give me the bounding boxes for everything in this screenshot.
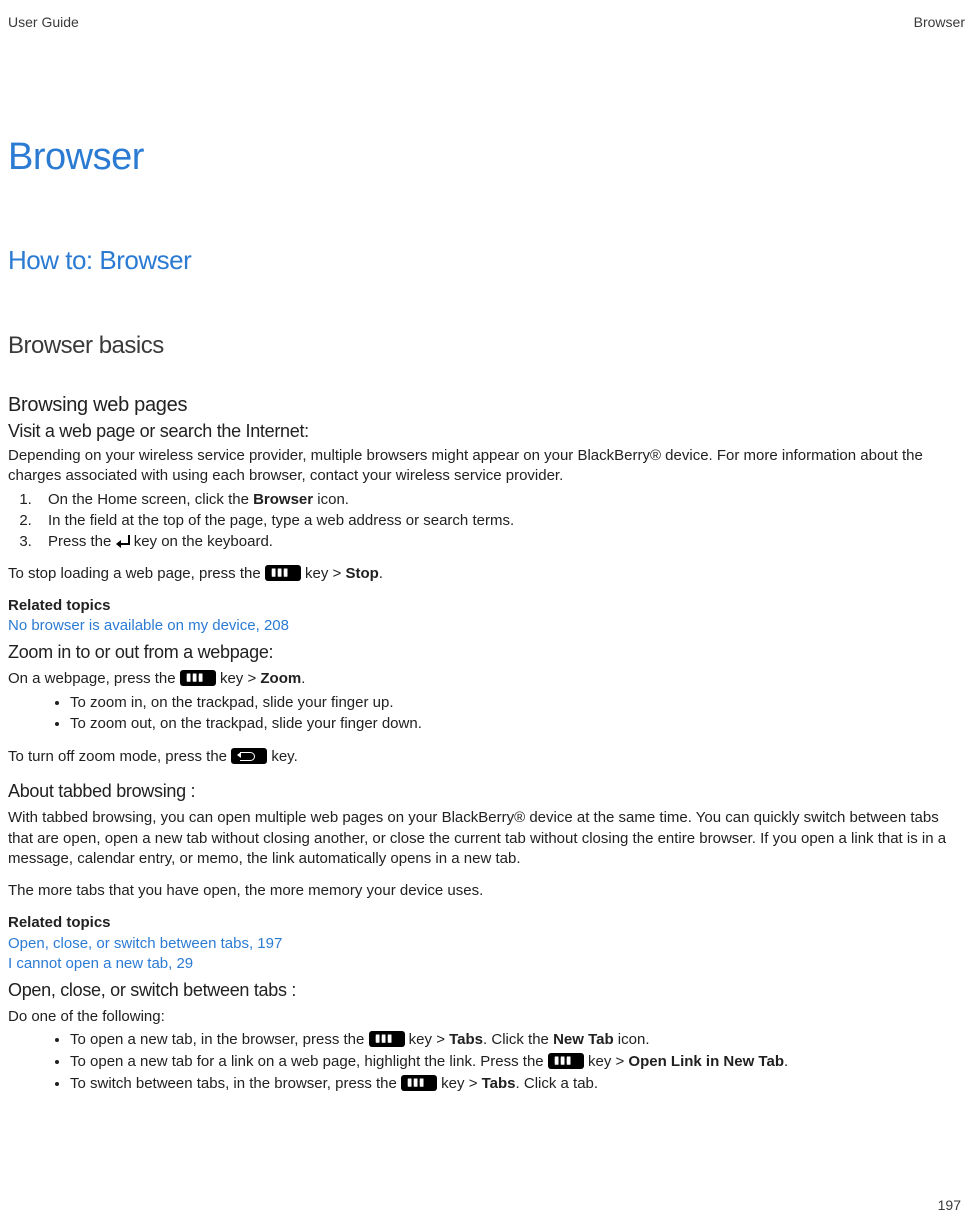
- b2-pre: To open a new tab for a link on a web pa…: [70, 1053, 548, 1070]
- related-link-open-close[interactable]: Open, close, or switch between tabs, 197: [8, 934, 965, 954]
- zoom-post: .: [301, 670, 305, 687]
- zoom-bullets: To zoom in, on the trackpad, slide your …: [70, 692, 965, 736]
- b2-post: .: [784, 1053, 788, 1070]
- b1-bold1: Tabs: [449, 1031, 483, 1048]
- tabbed-p1: With tabbed browsing, you can open multi…: [8, 808, 965, 869]
- stop-mid: key >: [301, 565, 346, 582]
- zoom-instruction: On a webpage, press the key > Zoom.: [8, 669, 965, 689]
- step-1-pre: On the Home screen, click the: [48, 491, 253, 508]
- stop-loading-text: To stop loading a web page, press the ke…: [8, 564, 965, 584]
- b1-mid: key >: [405, 1031, 450, 1048]
- page-header: User Guide Browser: [8, 14, 965, 30]
- zoom-off-post: key.: [267, 748, 298, 765]
- related-link-no-browser[interactable]: No browser is available on my device, 20…: [8, 616, 965, 636]
- step-3: Press the key on the keyboard.: [36, 531, 965, 552]
- step-1: On the Home screen, click the Browser ic…: [36, 489, 965, 510]
- b1-mid2: . Click the: [483, 1031, 553, 1048]
- task-heading-zoom: Zoom in to or out from a webpage:: [8, 642, 965, 663]
- enter-key-icon: [116, 535, 130, 547]
- zoom-off-pre: To turn off zoom mode, press the: [8, 748, 231, 765]
- related-link-cannot-open[interactable]: I cannot open a new tab, 29: [8, 954, 965, 974]
- menu-key-icon: [548, 1053, 584, 1069]
- menu-key-icon: [401, 1075, 437, 1091]
- zoom-pre: On a webpage, press the: [8, 670, 180, 687]
- zoom-in-bullet: To zoom in, on the trackpad, slide your …: [70, 692, 965, 714]
- task-heading-tabs: Open, close, or switch between tabs :: [8, 980, 965, 1001]
- b3-pre: To switch between tabs, in the browser, …: [70, 1075, 401, 1092]
- tabs-bullet-1: To open a new tab, in the browser, press…: [70, 1029, 965, 1051]
- tabbed-p2: The more tabs that you have open, the mo…: [8, 881, 965, 901]
- page-title: Browser: [8, 136, 965, 179]
- stop-post: .: [379, 565, 383, 582]
- zoom-mid: key >: [216, 670, 261, 687]
- related-topics-label-2: Related topics: [8, 913, 965, 933]
- stop-pre: To stop loading a web page, press the: [8, 565, 265, 582]
- subsection-heading-basics: Browser basics: [8, 332, 965, 360]
- zoom-bold: Zoom: [260, 670, 301, 687]
- tabs-bullet-2: To open a new tab for a link on a web pa…: [70, 1051, 965, 1073]
- step-3-pre: Press the: [48, 533, 116, 550]
- menu-key-icon: [369, 1031, 405, 1047]
- page-number: 197: [938, 1197, 961, 1213]
- b2-mid: key >: [584, 1053, 629, 1070]
- step-1-post: icon.: [313, 491, 349, 508]
- related-topics-label-1: Related topics: [8, 596, 965, 616]
- escape-key-icon: [231, 748, 267, 764]
- step-3-post: key on the keyboard.: [130, 533, 273, 550]
- steps-visit: On the Home screen, click the Browser ic…: [36, 489, 965, 552]
- intro-text: Depending on your wireless service provi…: [8, 446, 965, 487]
- b3-bold: Tabs: [482, 1075, 516, 1092]
- header-left: User Guide: [8, 14, 79, 30]
- zoom-out-bullet: To zoom out, on the trackpad, slide your…: [70, 713, 965, 735]
- b1-pre: To open a new tab, in the browser, press…: [70, 1031, 369, 1048]
- stop-bold: Stop: [345, 565, 378, 582]
- menu-key-icon: [180, 670, 216, 686]
- b3-mid: key >: [437, 1075, 482, 1092]
- b1-post: icon.: [614, 1031, 650, 1048]
- step-2: In the field at the top of the page, typ…: [36, 510, 965, 531]
- tabs-bullet-3: To switch between tabs, in the browser, …: [70, 1073, 965, 1095]
- b3-post: . Click a tab.: [516, 1075, 599, 1092]
- task-heading-visit: Visit a web page or search the Internet:: [8, 421, 965, 442]
- b2-bold: Open Link in New Tab: [628, 1053, 784, 1070]
- step-1-bold: Browser: [253, 491, 313, 508]
- task-heading-tabbed: About tabbed browsing :: [8, 781, 965, 802]
- header-right: Browser: [914, 14, 965, 30]
- topic-heading-browsing: Browsing web pages: [8, 394, 965, 417]
- menu-key-icon: [265, 565, 301, 581]
- b1-bold2: New Tab: [553, 1031, 614, 1048]
- tabs-bullets: To open a new tab, in the browser, press…: [70, 1029, 965, 1094]
- zoom-off-text: To turn off zoom mode, press the key.: [8, 747, 965, 767]
- section-heading-howto: How to: Browser: [8, 245, 965, 276]
- tabs-intro: Do one of the following:: [8, 1007, 965, 1027]
